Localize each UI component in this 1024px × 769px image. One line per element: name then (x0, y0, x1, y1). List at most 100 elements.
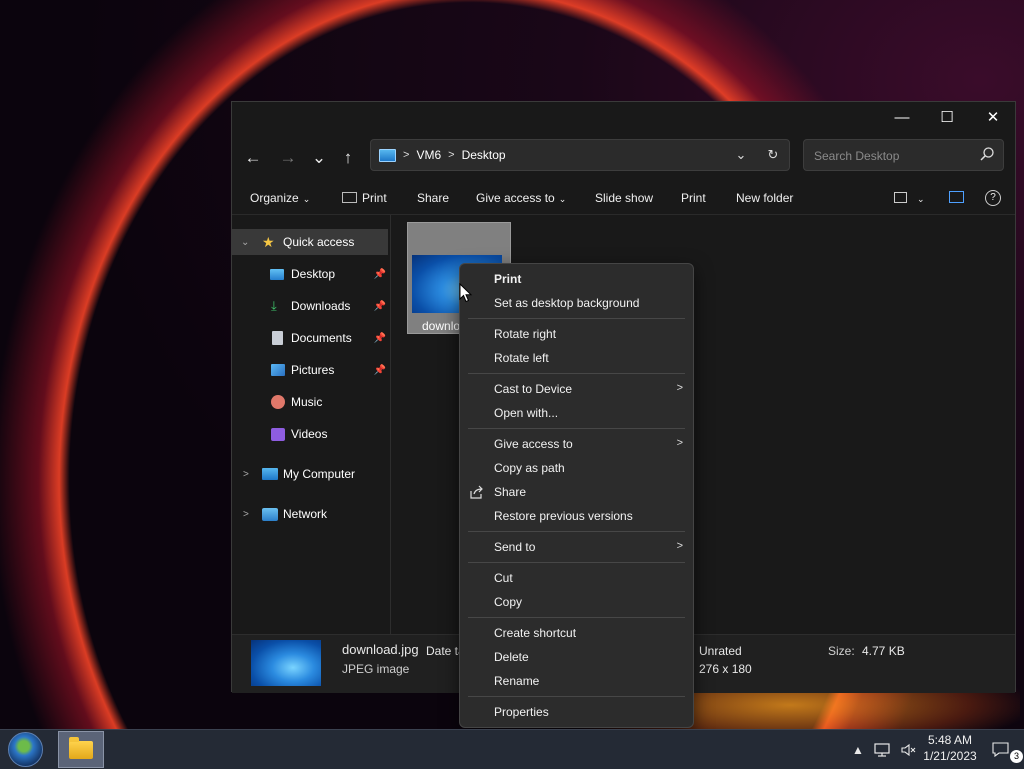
help-button[interactable]: ? (985, 189, 1001, 206)
search-icon[interactable] (979, 146, 995, 162)
notification-icon (992, 742, 1009, 757)
clock-time: 5:48 AM (927, 733, 973, 747)
menu-item-copy[interactable]: Copy (494, 592, 522, 612)
menu-item-delete[interactable]: Delete (494, 647, 529, 667)
folder-icon (69, 736, 93, 759)
taskbar-file-explorer-button[interactable] (58, 731, 104, 768)
sidebar-item-quick-access[interactable]: ⌄ ★ Quick access (232, 229, 388, 255)
forward-button[interactable]: → (274, 146, 302, 170)
music-icon (271, 395, 285, 409)
breadcrumb-desktop[interactable]: Desktop (462, 148, 506, 162)
close-button[interactable]: ✕ (970, 102, 1016, 132)
chevron-down-icon: ⌄ (917, 194, 925, 204)
chevron-right-icon: > (676, 382, 683, 394)
notification-center-button[interactable] (992, 730, 1009, 769)
address-dropdown-button[interactable]: ⌄ (725, 147, 757, 163)
context-menu: Print Set as desktop background Rotate r… (459, 263, 694, 728)
organize-menu[interactable]: Organize ⌄ (250, 191, 310, 205)
chevron-down-icon[interactable]: ⌄ (241, 237, 249, 248)
file-name: downlo (422, 319, 461, 333)
sidebar-item-videos[interactable]: Videos (232, 421, 390, 447)
menu-item-properties[interactable]: Properties (494, 702, 549, 722)
chevron-right-icon[interactable]: > (243, 509, 249, 520)
sidebar-item-label: Videos (291, 427, 328, 441)
menu-item-open-with[interactable]: Open with... (494, 403, 558, 423)
clock-date: 1/21/2023 (923, 749, 977, 763)
sidebar-item-pictures[interactable]: Pictures 📌 (232, 357, 390, 383)
sidebar-item-network[interactable]: > Network (232, 501, 390, 527)
chevron-right-icon[interactable]: > (243, 469, 249, 480)
menu-item-rename[interactable]: Rename (494, 671, 539, 691)
menu-item-restore-previous-versions[interactable]: Restore previous versions (494, 506, 633, 526)
menu-item-copy-as-path[interactable]: Copy as path (494, 458, 565, 478)
refresh-button[interactable]: ↻ (757, 147, 789, 163)
search-input[interactable] (812, 146, 976, 166)
mouse-cursor-icon (459, 283, 473, 303)
chevron-down-icon: ⌄ (558, 194, 567, 204)
breadcrumb-vm6[interactable]: VM6 (416, 148, 441, 162)
volume-muted-icon (901, 743, 916, 756)
sidebar-item-label: Pictures (291, 363, 335, 377)
pin-icon: 📌 (373, 268, 386, 280)
print-label: Print (362, 191, 387, 205)
preview-pane-button[interactable] (949, 191, 964, 205)
sidebar-item-documents[interactable]: Documents 📌 (232, 325, 390, 351)
command-bar: Organize ⌄ Print Share Give access to ⌄ Sl… (232, 184, 1015, 214)
sidebar-item-label: Quick access (283, 235, 355, 249)
chevron-right-icon: > (448, 149, 455, 161)
search-box[interactable] (803, 139, 1004, 171)
sidebar-item-my-computer[interactable]: > My Computer (232, 461, 390, 487)
menu-item-share[interactable]: Share (494, 482, 526, 502)
menu-separator (468, 318, 685, 319)
show-hidden-icons-button[interactable]: ▲ (852, 730, 864, 769)
menu-item-rotate-left[interactable]: Rotate left (494, 348, 549, 368)
change-view-button[interactable]: ⌄ (894, 191, 925, 205)
back-button[interactable]: ← (239, 146, 267, 170)
network-tray-icon[interactable] (874, 730, 892, 769)
pin-icon: 📌 (373, 364, 386, 376)
new-folder-button[interactable]: New folder (736, 191, 793, 205)
details-filename: download.jpg (342, 642, 419, 657)
menu-item-cut[interactable]: Cut (494, 568, 513, 588)
address-bar[interactable]: > VM6 > Desktop ⌄ ↻ (370, 139, 790, 171)
details-type: JPEG image (342, 662, 410, 676)
chevron-up-icon: ▲ (852, 742, 864, 757)
details-rating: Unrated (699, 644, 742, 658)
maximize-button[interactable]: ☐ (924, 102, 970, 132)
print-button-2[interactable]: Print (681, 191, 706, 205)
minimize-button[interactable]: — (879, 102, 925, 132)
volume-tray-icon[interactable] (900, 730, 916, 769)
pin-icon: 📌 (373, 332, 386, 344)
recent-locations-button[interactable]: ⌄ (305, 146, 333, 170)
clock[interactable]: 5:48 AM 1/21/2023 (915, 732, 985, 764)
slideshow-button[interactable]: Slide show (595, 191, 653, 205)
notification-count-badge: 3 (1010, 750, 1023, 763)
share-icon (470, 485, 483, 499)
sidebar-item-music[interactable]: Music (232, 389, 390, 415)
menu-separator (468, 617, 685, 618)
start-button[interactable] (8, 732, 43, 767)
taskbar: ▲ 5:48 AM 1/21/2023 3 (0, 729, 1024, 769)
menu-item-create-shortcut[interactable]: Create shortcut (494, 623, 576, 643)
chevron-right-icon: > (676, 540, 683, 552)
menu-separator (468, 696, 685, 697)
menu-item-give-access-to[interactable]: Give access to (494, 434, 573, 454)
network-status-icon (874, 742, 890, 757)
share-button[interactable]: Share (417, 191, 449, 205)
menu-item-rotate-right[interactable]: Rotate right (494, 324, 556, 344)
printer-icon (342, 192, 357, 203)
sidebar-item-label: Network (283, 507, 328, 521)
give-access-menu[interactable]: Give access to ⌄ (476, 191, 566, 205)
menu-item-set-desktop-background[interactable]: Set as desktop background (494, 293, 639, 313)
up-button[interactable]: ↑ (334, 146, 362, 170)
print-button[interactable]: Print (342, 191, 387, 205)
help-icon: ? (985, 190, 1001, 206)
star-icon: ★ (262, 233, 275, 250)
menu-item-cast-to-device[interactable]: Cast to Device (494, 379, 684, 399)
sidebar-item-downloads[interactable]: ⤓ Downloads 📌 (232, 293, 390, 319)
menu-item-send-to[interactable]: Send to (494, 537, 535, 557)
sidebar-item-desktop[interactable]: Desktop 📌 (232, 261, 390, 287)
sidebar-item-label: My Computer (283, 467, 356, 481)
navigation-pane: ⌄ ★ Quick access Desktop 📌 ⤓ Downloads 📌… (232, 215, 391, 635)
menu-item-print[interactable]: Print (494, 269, 521, 289)
